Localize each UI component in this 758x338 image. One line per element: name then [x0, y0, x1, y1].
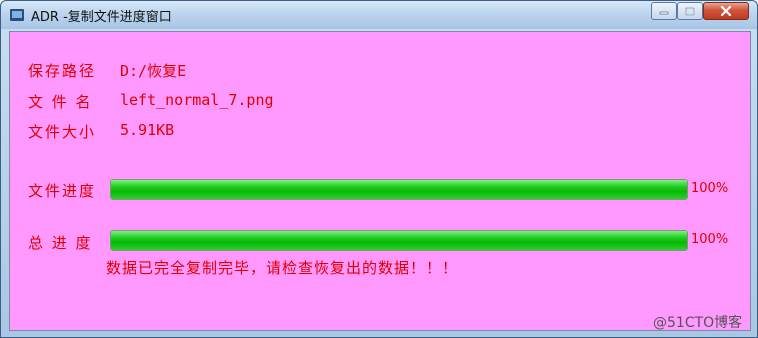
close-button[interactable]: [703, 2, 749, 20]
completion-message: 数据已完全复制完毕，请检查恢复出的数据！！！: [106, 259, 459, 277]
filename-label: 文 件 名: [28, 93, 93, 111]
total-progress-label: 总 进 度: [28, 234, 93, 252]
file-progress-label: 文件进度: [28, 182, 97, 200]
app-icon: [10, 9, 24, 21]
title-bar[interactable]: ADR -复制文件进度窗口: [1, 1, 757, 29]
total-progress-bar: [110, 230, 688, 251]
total-progress-percent: 100%: [691, 232, 729, 247]
watermark: @51CTO博客: [653, 315, 743, 331]
minimize-button[interactable]: [651, 2, 677, 20]
maximize-icon: [685, 6, 695, 16]
copy-progress-window: ADR -复制文件进度窗口 保存路径 D:/恢复E 文 件 名 left_nor…: [0, 0, 758, 338]
close-icon: [720, 6, 732, 16]
filesize-label: 文件大小: [28, 123, 97, 141]
filesize-value: 5.91KB: [120, 121, 175, 139]
total-progress-fill: [111, 231, 687, 250]
save-path-label: 保存路径: [28, 62, 97, 80]
minimize-icon: [659, 11, 669, 15]
maximize-button[interactable]: [677, 2, 703, 20]
file-progress-percent: 100%: [691, 181, 729, 196]
save-path-value: D:/恢复E: [120, 62, 187, 80]
window-title: ADR -复制文件进度窗口: [31, 10, 172, 25]
filename-value: left_normal_7.png: [120, 91, 274, 109]
dialog-content: 保存路径 D:/恢复E 文 件 名 left_normal_7.png 文件大小…: [9, 31, 751, 331]
file-progress-bar: [110, 179, 688, 200]
file-progress-fill: [111, 180, 687, 199]
